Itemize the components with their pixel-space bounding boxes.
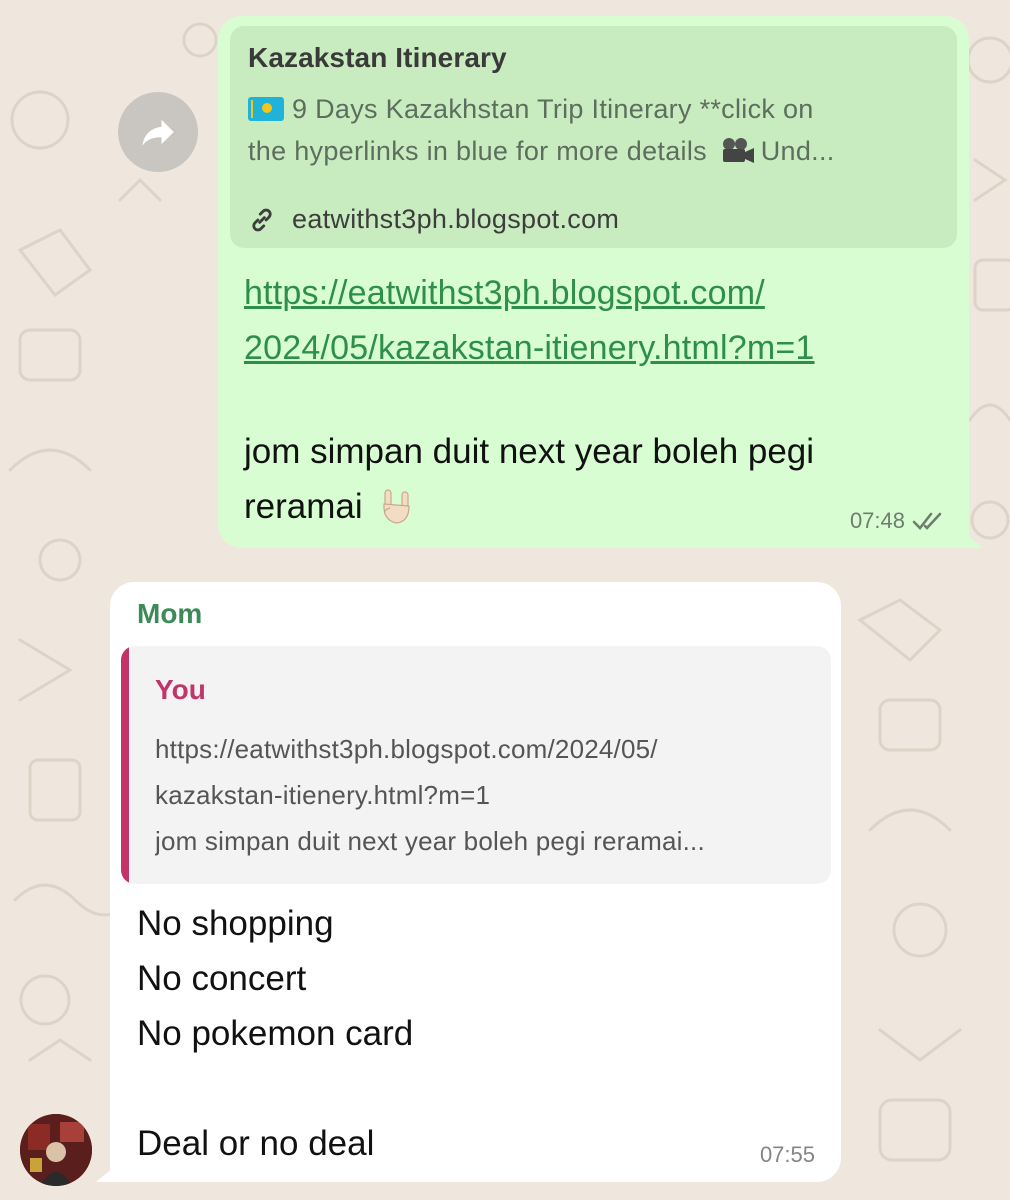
hyperlink-line-1: https://eatwithst3ph.blogspot.com/ [244,274,765,312]
link-preview-card[interactable]: Kazakstan Itinerary 9 Days Kazakhstan Tr… [230,26,957,248]
description-line-2b: Und... [760,136,835,166]
bubble-tail [961,530,983,548]
message-time: 07:55 [759,1142,815,1167]
avatar-image [20,1114,92,1186]
rock-on-hand-icon [383,489,410,524]
description-line-2a: the hyperlinks in blue for more details [248,136,707,166]
message-hyperlink[interactable]: https://eatwithst3ph.blogspot.com/ 2024/… [244,266,944,376]
quoted-line-2: kazakstan-itienery.html?m=1 [155,780,491,810]
avatar[interactable] [20,1114,92,1186]
quote-accent-bar [121,646,129,884]
message-text-line-2: reramai [244,487,363,526]
reply-line [137,1061,817,1116]
reply-line: No pokemon card [137,1014,414,1053]
hyperlink-line-2: 2024/05/kazakstan-itienery.html?m=1 [244,329,815,367]
forward-button[interactable] [118,92,198,172]
description-line-1: 9 Days Kazakhstan Trip Itinerary **click… [292,94,814,124]
link-preview-description: 9 Days Kazakhstan Trip Itinerary **click… [248,88,938,172]
incoming-message-bubble[interactable]: Mom You https://eatwithst3ph.blogspot.co… [96,582,841,1182]
movie-camera-icon [722,138,754,163]
quoted-line-1: https://eatwithst3ph.blogspot.com/2024/0… [155,734,658,764]
link-preview-domain: eatwithst3ph.blogspot.com [292,204,620,234]
quoted-text: https://eatwithst3ph.blogspot.com/2024/0… [155,726,820,864]
message-text-line-1: jom simpan duit next year boleh pegi [244,432,815,471]
quoted-author: You [155,674,206,705]
message-time: 07:48 [849,508,905,533]
double-check-icon [912,512,942,530]
reply-text: No shopping No concert No pokemon card D… [137,896,817,1171]
reply-line: No shopping [137,904,334,943]
message-text: jom simpan duit next year boleh pegi rer… [244,424,944,534]
bubble-tail [96,1164,118,1182]
forward-icon [142,119,174,146]
link-preview-title: Kazakstan Itinerary [248,42,507,73]
quoted-line-3: jom simpan duit next year boleh pegi rer… [155,826,705,856]
link-preview-domain-row: eatwithst3ph.blogspot.com [248,204,619,235]
quoted-reply[interactable]: You https://eatwithst3ph.blogspot.com/20… [121,646,831,884]
sender-name[interactable]: Mom [137,598,202,630]
outgoing-message-bubble[interactable]: Kazakstan Itinerary 9 Days Kazakhstan Tr… [218,16,983,548]
link-icon [252,208,272,231]
reply-line: No concert [137,959,307,998]
kazakhstan-flag-icon [248,97,284,121]
reply-line: Deal or no deal [137,1124,375,1163]
message-meta: 07:48 [850,508,945,534]
